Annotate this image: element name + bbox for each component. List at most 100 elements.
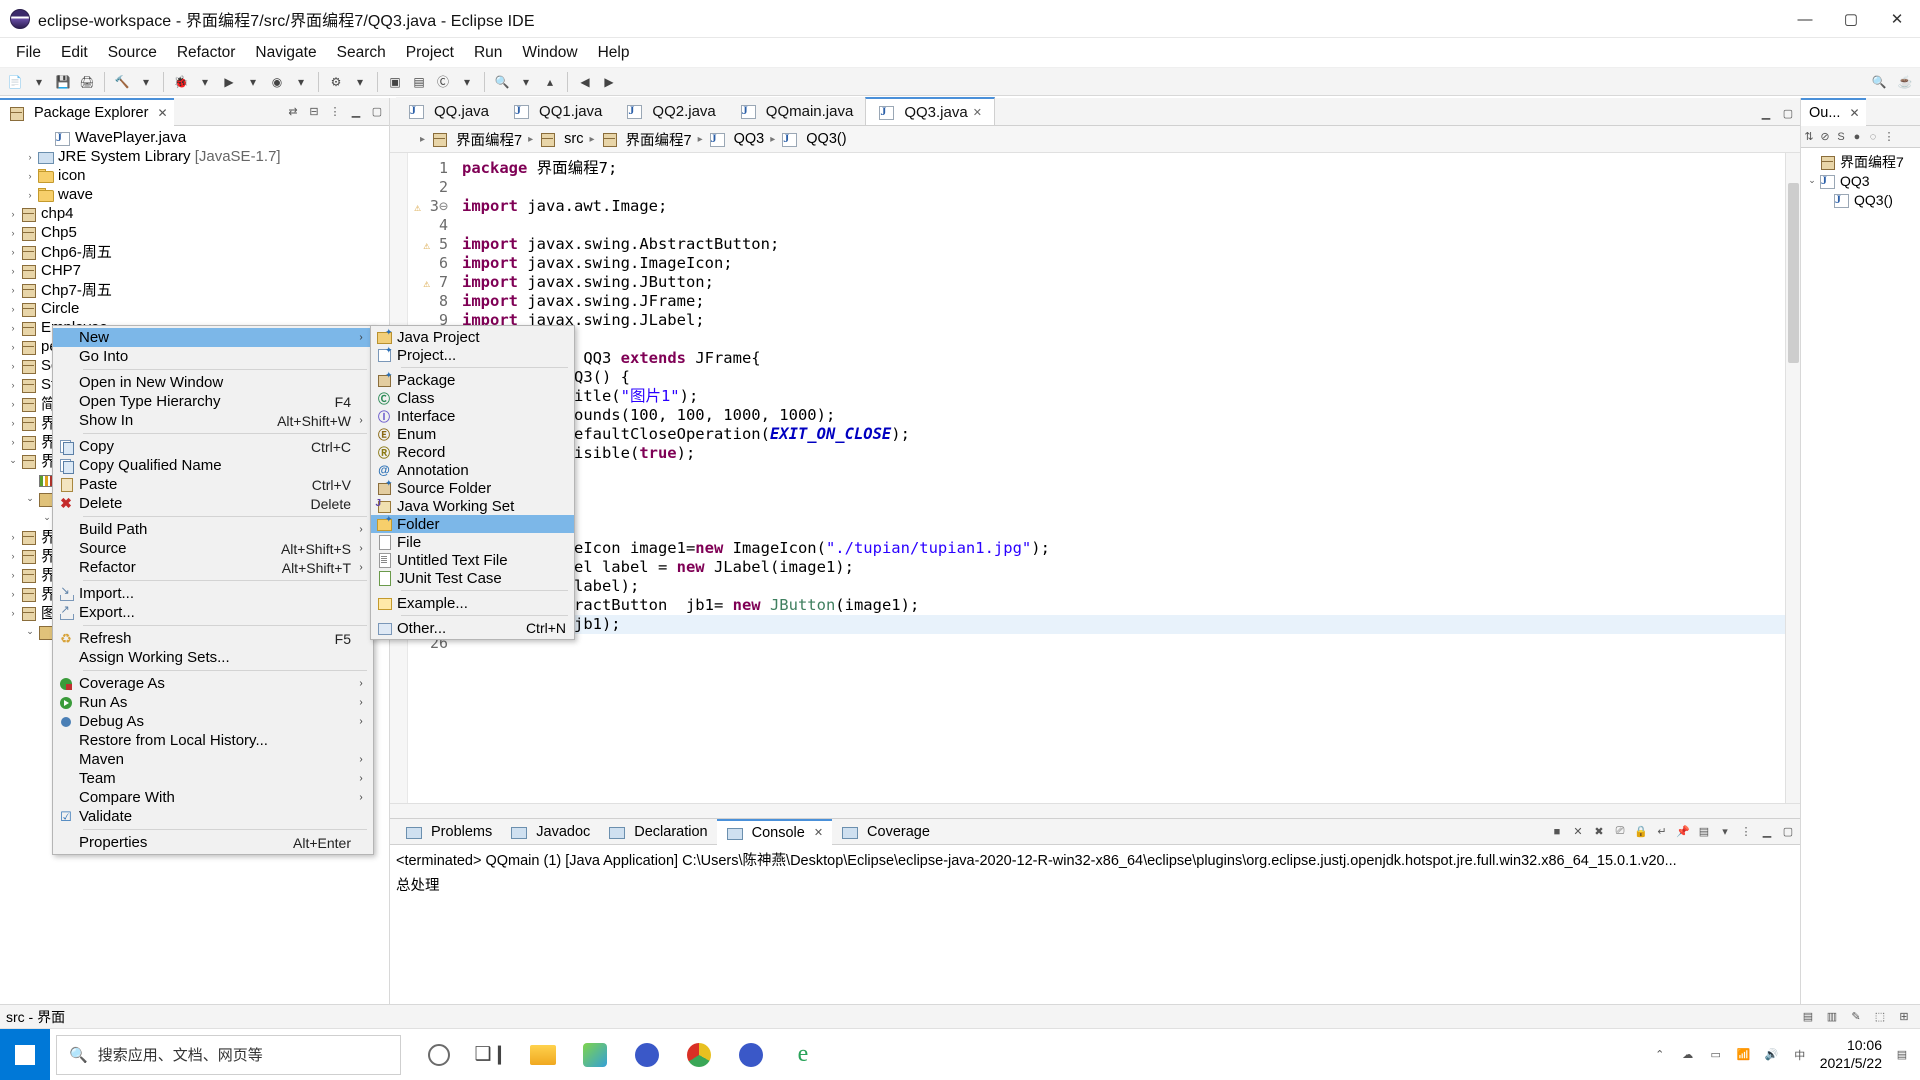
context-menu-item[interactable]: Maven› xyxy=(53,750,373,769)
tree-item[interactable]: ›Circle xyxy=(0,299,389,318)
build-dropdown-icon[interactable]: ▾ xyxy=(135,71,157,93)
sort-icon[interactable]: ⇅ xyxy=(1801,129,1817,145)
submenu-item[interactable]: Package xyxy=(371,371,574,389)
context-menu-item[interactable]: SourceAlt+Shift+S› xyxy=(53,539,373,558)
context-menu-item[interactable]: Team› xyxy=(53,769,373,788)
code-line[interactable]: AbstractButton jb1= new JButton(image1); xyxy=(462,596,1800,615)
context-menu-item[interactable]: ♻RefreshF5 xyxy=(53,629,373,648)
context-menu-item[interactable]: Run As› xyxy=(53,693,373,712)
outline-menu-icon[interactable]: ⋮ xyxy=(1881,129,1897,145)
browser-blue-icon[interactable] xyxy=(623,1029,671,1080)
console-output[interactable]: <terminated> QQmain (1) [Java Applicatio… xyxy=(390,845,1800,1028)
context-menu-item[interactable]: Open in New Window xyxy=(53,373,373,392)
code-line[interactable]: public QQ3() { xyxy=(462,368,1800,387)
editor-horizontal-scrollbar[interactable] xyxy=(390,803,1800,818)
display-console-icon[interactable]: ▤ xyxy=(1696,824,1712,840)
tree-expand-arrow[interactable]: › xyxy=(6,304,20,314)
tab-outline[interactable]: Ou... ✕ xyxy=(1801,98,1866,126)
code-line[interactable]: ImageIcon image1=new ImageIcon("./tupian… xyxy=(462,539,1800,558)
new-class-dropdown-icon[interactable]: ▾ xyxy=(456,71,478,93)
maximize-view-icon[interactable]: ▢ xyxy=(369,104,385,120)
console-tab[interactable]: Javadoc xyxy=(501,819,599,845)
context-menu-item[interactable]: New› xyxy=(53,328,373,347)
new-class-icon[interactable]: Ⓒ xyxy=(432,71,454,93)
context-menu-item[interactable]: Import... xyxy=(53,584,373,603)
code-line[interactable]: setVisible(true); xyxy=(462,444,1800,463)
menu-window[interactable]: Window xyxy=(512,40,587,66)
editor-tab[interactable]: QQ1.java xyxy=(501,97,614,125)
console-tab[interactable]: Problems xyxy=(396,819,501,845)
editor-app-icon[interactable] xyxy=(571,1029,619,1080)
breadcrumb-item[interactable]: QQ3() xyxy=(781,131,846,147)
tree-expand-arrow[interactable]: › xyxy=(6,399,20,409)
status-icon-5[interactable]: ⊞ xyxy=(1896,1009,1912,1025)
open-console-icon[interactable]: ▾ xyxy=(1717,824,1733,840)
close-icon[interactable]: ✕ xyxy=(1849,106,1859,120)
view-menu-icon[interactable]: ⋮ xyxy=(327,104,343,120)
console-tab[interactable]: Coverage xyxy=(832,819,939,845)
network-icon[interactable]: 📶 xyxy=(1736,1047,1752,1063)
debug-dropdown-icon[interactable]: ▾ xyxy=(194,71,216,93)
code-line[interactable] xyxy=(462,330,1800,349)
new-dropdown-icon[interactable]: ▾ xyxy=(28,71,50,93)
perspective-java-icon[interactable]: ☕ xyxy=(1894,71,1916,93)
prev-annotation-icon[interactable]: ▴ xyxy=(539,71,561,93)
code-line[interactable]: setBounds(100, 100, 1000, 1000); xyxy=(462,406,1800,425)
coverage-icon[interactable]: ◉ xyxy=(266,71,288,93)
context-menu-item[interactable]: Debug As› xyxy=(53,712,373,731)
context-menu-item[interactable]: Build Path› xyxy=(53,520,373,539)
maximize-console-icon[interactable]: ▢ xyxy=(1780,824,1796,840)
context-menu-item[interactable]: CopyCtrl+C xyxy=(53,437,373,456)
file-explorer-icon[interactable] xyxy=(519,1029,567,1080)
new-java-project-icon[interactable]: ▣ xyxy=(384,71,406,93)
submenu-item[interactable]: Java Project xyxy=(371,328,574,346)
clear-console-icon[interactable]: ⎚ xyxy=(1612,824,1628,840)
editor-tab[interactable]: QQmain.java xyxy=(728,97,866,125)
code-line[interactable]: setDefaultCloseOperation(EXIT_ON_CLOSE); xyxy=(462,425,1800,444)
debug-icon[interactable]: 🐞 xyxy=(170,71,192,93)
code-line[interactable]: add(jb1); xyxy=(462,615,1800,634)
new-submenu[interactable]: Java ProjectProject...PackageⒸClassⒾInte… xyxy=(370,325,575,640)
run-dropdown-icon[interactable]: ▾ xyxy=(242,71,264,93)
tree-expand-arrow[interactable]: › xyxy=(6,247,20,257)
link-editor-icon[interactable]: ⇄ xyxy=(285,104,301,120)
context-menu-item[interactable]: Go Into xyxy=(53,347,373,366)
chrome-icon[interactable] xyxy=(675,1029,723,1080)
tree-expand-arrow[interactable]: › xyxy=(23,190,37,200)
minimize-editor-icon[interactable]: ▁ xyxy=(1758,105,1774,121)
console-view-menu-icon[interactable]: ⋮ xyxy=(1738,824,1754,840)
code-line[interactable] xyxy=(462,501,1800,520)
tree-expand-arrow[interactable]: ⌄ xyxy=(23,493,37,504)
context-menu-item[interactable]: PasteCtrl+V xyxy=(53,475,373,494)
context-menu-item[interactable]: Assign Working Sets... xyxy=(53,648,373,667)
hide-local-icon[interactable]: ◌ xyxy=(1865,129,1881,145)
menu-help[interactable]: Help xyxy=(588,40,640,66)
submenu-item[interactable]: Java Working Set xyxy=(371,497,574,515)
submenu-item[interactable]: ⓇRecord xyxy=(371,443,574,461)
coverage-dropdown-icon[interactable]: ▾ xyxy=(290,71,312,93)
code-line[interactable]: add(label); xyxy=(462,577,1800,596)
notifications-icon[interactable]: ▤ xyxy=(1894,1047,1910,1063)
editor-tab[interactable]: QQ.java xyxy=(396,97,501,125)
status-icon-3[interactable]: ✎ xyxy=(1848,1009,1864,1025)
submenu-item[interactable]: Project... xyxy=(371,346,574,364)
close-icon[interactable]: ✕ xyxy=(973,106,982,119)
menu-navigate[interactable]: Navigate xyxy=(245,40,326,66)
tree-expand-arrow[interactable]: › xyxy=(6,342,20,352)
print-icon[interactable]: 🖨 xyxy=(76,71,98,93)
context-menu-item[interactable]: Show InAlt+Shift+W› xyxy=(53,411,373,430)
menu-project[interactable]: Project xyxy=(396,40,464,66)
hide-static-icon[interactable]: S xyxy=(1833,129,1849,145)
breadcrumb-item[interactable]: 界面编程7 xyxy=(431,129,522,150)
code-line[interactable]: import javax.swing.ImageIcon; xyxy=(462,254,1800,273)
submenu-item[interactable]: Untitled Text File xyxy=(371,551,574,569)
search-toolbar-icon[interactable]: 🔍 xyxy=(491,71,513,93)
menu-search[interactable]: Search xyxy=(327,40,396,66)
tree-expand-arrow[interactable]: › xyxy=(6,589,20,599)
context-menu-item[interactable]: Restore from Local History... xyxy=(53,731,373,750)
tree-expand-arrow[interactable]: › xyxy=(6,266,20,276)
code-line[interactable] xyxy=(462,520,1800,539)
code-line[interactable] xyxy=(462,463,1800,482)
tree-item[interactable]: WavePlayer.java xyxy=(0,128,389,147)
submenu-item[interactable]: ⒺEnum xyxy=(371,425,574,443)
